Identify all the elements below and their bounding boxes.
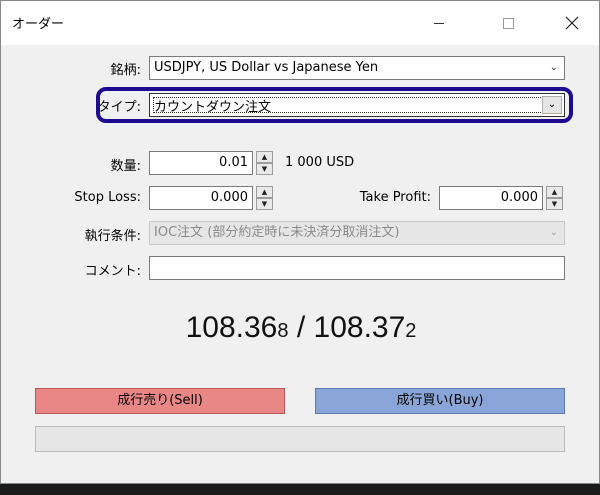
execution-label: 執行条件: — [84, 229, 141, 244]
step-up-icon[interactable]: ▲ — [256, 151, 273, 163]
volume-label: 数量: — [110, 159, 141, 174]
step-down-icon[interactable]: ▼ — [256, 163, 273, 175]
minimize-icon — [434, 22, 444, 24]
volume-unit: 1 000 USD — [285, 155, 355, 170]
step-up-icon[interactable]: ▲ — [256, 186, 273, 198]
chevron-down-icon: ⌄ — [549, 62, 558, 73]
maximize-button — [485, 1, 531, 45]
comment-input[interactable] — [149, 256, 565, 280]
ask-price-pip: 2 — [405, 320, 417, 342]
volume-input[interactable]: 0.01 — [149, 151, 253, 175]
symbol-select[interactable]: USDJPY, US Dollar vs Japanese Yen ⌄ — [149, 56, 565, 80]
close-icon — [565, 16, 579, 30]
chevron-down-icon: ⌄ — [549, 227, 558, 238]
price-quote: 108.368 / 108.372 — [1, 311, 600, 345]
step-down-icon[interactable]: ▼ — [546, 198, 563, 210]
volume-stepper[interactable]: ▲ ▼ — [256, 151, 273, 175]
step-down-icon[interactable]: ▼ — [256, 198, 273, 210]
price-separator: / — [296, 311, 306, 344]
buy-button[interactable]: 成行買い(Buy) — [315, 388, 565, 414]
bid-price-main: 108.36 — [185, 311, 278, 344]
order-dialog: オーダー 銘柄: USDJPY, US Dollar vs Japanese Y… — [0, 0, 600, 484]
stop-loss-label: Stop Loss: — [74, 190, 141, 205]
minimize-button[interactable] — [416, 1, 462, 45]
maximize-icon — [502, 17, 514, 29]
step-up-icon[interactable]: ▲ — [546, 186, 563, 198]
close-button[interactable] — [549, 1, 595, 45]
stop-loss-stepper[interactable]: ▲ ▼ — [256, 186, 273, 210]
status-bar — [35, 426, 565, 452]
title-bar[interactable]: オーダー — [1, 1, 599, 45]
stop-loss-input[interactable]: 0.000 — [149, 186, 253, 210]
comment-label: コメント: — [84, 264, 141, 279]
execution-value: IOC注文 (部分約定時に未決済分取消注文) — [154, 225, 400, 240]
ask-price-main: 108.37 — [313, 311, 406, 344]
take-profit-stepper[interactable]: ▲ ▼ — [546, 186, 563, 210]
window-title: オーダー — [12, 17, 65, 32]
symbol-value: USDJPY, US Dollar vs Japanese Yen — [154, 60, 379, 75]
sell-button[interactable]: 成行売り(Sell) — [35, 388, 285, 414]
chevron-down-icon[interactable]: ⌄ — [542, 96, 562, 114]
take-profit-input[interactable]: 0.000 — [439, 186, 543, 210]
type-selection-box: カウントダウン注文 — [153, 97, 543, 115]
execution-select: IOC注文 (部分約定時に未決済分取消注文) ⌄ — [149, 221, 565, 245]
type-value: カウントダウン注文 — [154, 100, 272, 115]
background-window-strip — [0, 484, 600, 495]
type-label: タイプ: — [97, 100, 141, 115]
bid-price-pip: 8 — [277, 320, 289, 342]
symbol-label: 銘柄: — [110, 63, 141, 78]
take-profit-label: Take Profit: — [359, 190, 431, 205]
type-select[interactable]: カウントダウン注文 ⌄ — [149, 93, 565, 117]
